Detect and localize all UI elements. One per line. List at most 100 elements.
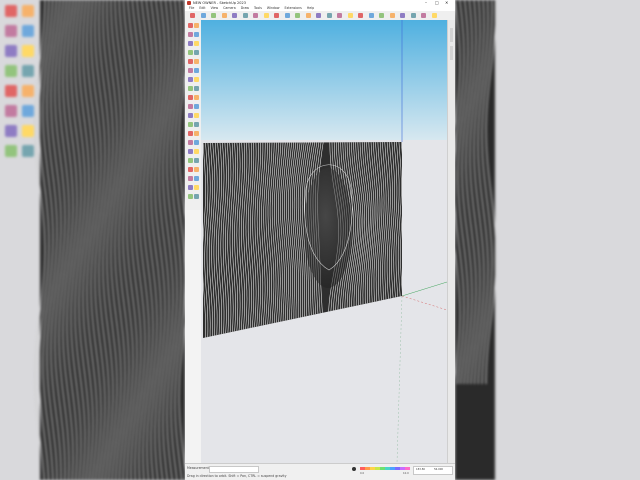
zoom-icon[interactable] <box>389 12 395 18</box>
tool-button[interactable] <box>188 77 193 82</box>
sketchup-window: NEW OWNER - SketchUp 2023 – □ ✕ File Edi… <box>185 0 455 480</box>
protractor-icon[interactable] <box>326 12 332 18</box>
tool-button[interactable] <box>188 167 193 172</box>
zoom-extents-icon[interactable] <box>400 12 405 18</box>
menu-window[interactable]: Window <box>267 6 280 10</box>
sketchup-logo-icon <box>187 1 191 5</box>
tool-button[interactable] <box>188 23 193 28</box>
scale-swatch <box>365 467 370 470</box>
tool-button[interactable] <box>194 140 199 145</box>
push-pull-icon[interactable] <box>253 12 258 18</box>
tray-tab[interactable] <box>450 28 453 42</box>
tool-button[interactable] <box>188 194 193 199</box>
menu-tools[interactable]: Tools <box>254 6 262 10</box>
tool-button[interactable] <box>194 59 199 64</box>
menu-draw[interactable]: Draw <box>241 6 249 10</box>
tray-tab[interactable] <box>450 46 453 60</box>
tool-button[interactable] <box>194 167 199 172</box>
scene-canvas[interactable] <box>201 20 447 463</box>
menu-view[interactable]: View <box>211 6 219 10</box>
warehouse-icon[interactable] <box>410 12 416 18</box>
scale-swatch <box>385 467 390 470</box>
axes-icon[interactable] <box>347 12 353 18</box>
dimension-icon[interactable] <box>316 12 321 18</box>
default-tray-strip[interactable] <box>447 20 455 463</box>
tool-button[interactable] <box>188 41 193 46</box>
scale-swatch <box>400 467 405 470</box>
tool-palette <box>185 20 201 210</box>
tool-button[interactable] <box>194 122 199 127</box>
tool-button[interactable] <box>188 59 193 64</box>
tool-button[interactable] <box>188 158 193 163</box>
tool-button[interactable] <box>194 50 199 55</box>
menu-file[interactable]: File <box>189 6 194 10</box>
tool-button[interactable] <box>188 86 193 91</box>
scale-max-label: 10.0 <box>403 472 409 475</box>
tool-button[interactable] <box>194 23 199 28</box>
menu-edit[interactable]: Edit <box>199 6 205 10</box>
tool-button[interactable] <box>188 68 193 73</box>
blurred-tool-icon <box>5 45 17 57</box>
menu-camera[interactable]: Camera <box>223 6 236 10</box>
select-icon[interactable] <box>190 12 195 18</box>
scale-icon[interactable] <box>284 12 290 18</box>
tool-button[interactable] <box>194 149 199 154</box>
tool-button[interactable] <box>194 113 199 118</box>
face-relief <box>304 168 352 288</box>
menu-extensions[interactable]: Extensions <box>285 6 302 10</box>
tool-button[interactable] <box>188 104 193 109</box>
blurred-tool-icon <box>5 25 17 37</box>
orbit-icon[interactable] <box>368 12 374 18</box>
blurred-tool-icon <box>22 65 34 77</box>
offset-icon[interactable] <box>295 12 300 18</box>
pan-icon[interactable] <box>379 12 384 18</box>
tool-button[interactable] <box>194 185 199 190</box>
tool-button[interactable] <box>194 95 199 100</box>
tool-button[interactable] <box>188 32 193 37</box>
tool-button[interactable] <box>188 95 193 100</box>
tool-button[interactable] <box>194 41 199 46</box>
model-viewport[interactable] <box>201 20 447 463</box>
tool-button[interactable] <box>188 149 193 154</box>
rotate-icon[interactable] <box>274 12 279 18</box>
tool-button[interactable] <box>194 86 199 91</box>
measurements-label: Measurements <box>187 466 211 470</box>
tool-button[interactable] <box>188 50 193 55</box>
measurements-box[interactable] <box>209 466 259 473</box>
tape-measure-icon[interactable] <box>305 12 311 18</box>
tool-button[interactable] <box>194 176 199 181</box>
arc-icon[interactable] <box>221 12 227 18</box>
menu-help[interactable]: Help <box>307 6 314 10</box>
tool-button[interactable] <box>194 194 199 199</box>
tool-button[interactable] <box>194 32 199 37</box>
tool-button[interactable] <box>194 158 199 163</box>
tool-button[interactable] <box>188 176 193 181</box>
tool-button[interactable] <box>188 122 193 127</box>
move-icon[interactable] <box>263 12 269 18</box>
line-icon[interactable] <box>211 12 216 18</box>
tool-button[interactable] <box>194 104 199 109</box>
circle-icon[interactable] <box>242 12 248 18</box>
tool-button[interactable] <box>194 77 199 82</box>
color-scale-bar <box>360 467 410 470</box>
value-box[interactable]: 183.80 56.000 <box>413 466 453 475</box>
tool-button[interactable] <box>194 131 199 136</box>
extension-warehouse-icon[interactable] <box>421 12 426 18</box>
tool-button[interactable] <box>194 68 199 73</box>
blurred-tool-icon <box>5 125 17 137</box>
eraser-icon[interactable] <box>200 12 206 18</box>
3d-text-icon[interactable] <box>358 12 363 18</box>
scale-swatch <box>395 467 400 470</box>
geo-location-icon[interactable] <box>352 467 356 471</box>
tool-button[interactable] <box>188 131 193 136</box>
tool-button[interactable] <box>188 113 193 118</box>
text-icon[interactable] <box>337 12 342 18</box>
background-right-image <box>455 0 497 480</box>
rectangle-icon[interactable] <box>232 12 237 18</box>
tool-button[interactable] <box>188 140 193 145</box>
blurred-tool-icon <box>22 145 34 157</box>
layout-icon[interactable] <box>431 12 437 18</box>
scale-swatch <box>360 467 365 470</box>
tool-button[interactable] <box>188 185 193 190</box>
blurred-tool-icon <box>22 25 34 37</box>
